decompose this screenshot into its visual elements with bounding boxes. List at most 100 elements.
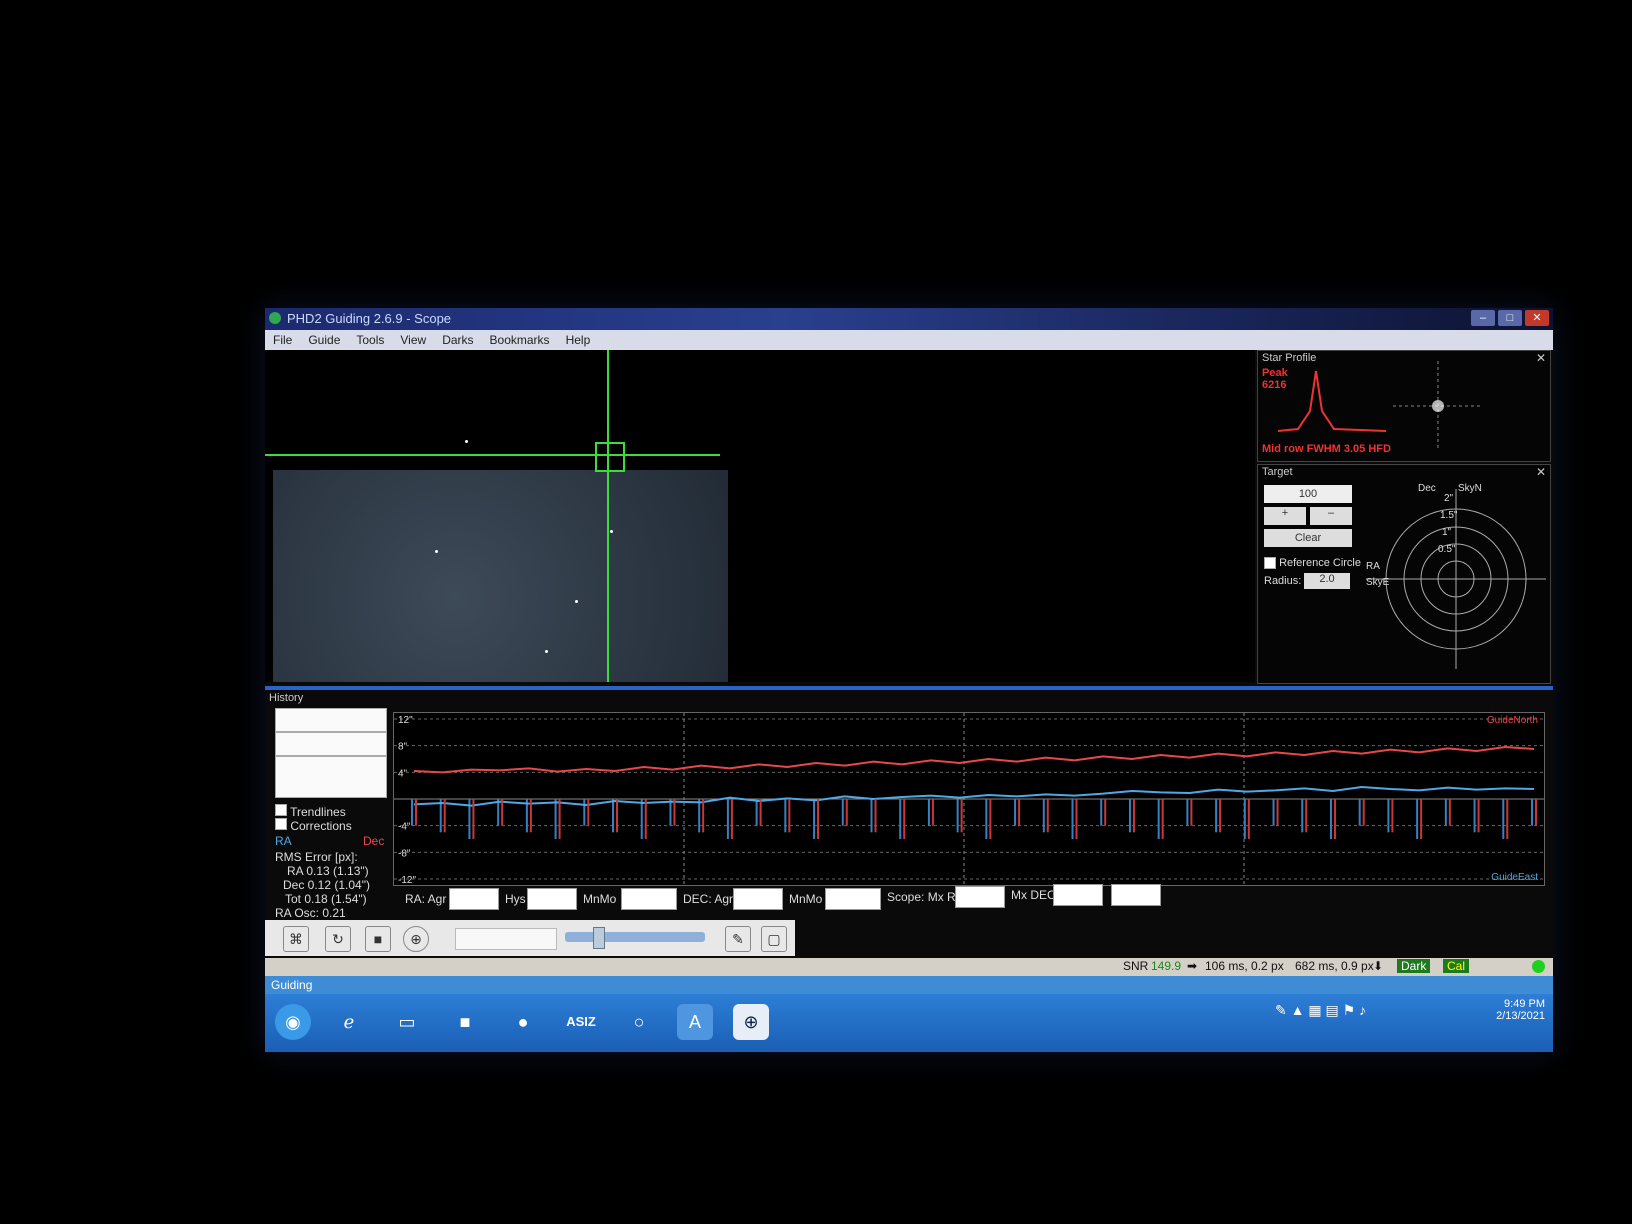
history-graph: 12" 8" 4" -4" -8" -12" — [394, 713, 1544, 886]
dec-legend: Dec — [363, 834, 385, 848]
skye-label: SkyE — [1366, 577, 1390, 588]
checkbox-box[interactable] — [1264, 557, 1276, 570]
ring-label: 1.5" — [1440, 510, 1458, 521]
mnmo-input[interactable] — [621, 888, 677, 910]
close-button[interactable]: ✕ — [1525, 310, 1549, 326]
menu-help[interactable]: Help — [566, 330, 591, 350]
checkbox-box[interactable] — [275, 818, 287, 830]
mnmo2-input[interactable] — [825, 888, 881, 910]
ra-series-line — [413, 785, 1535, 807]
ring-label: 1" — [1442, 527, 1452, 538]
crosshair-horizontal — [265, 454, 720, 456]
y-tick-label: 4" — [398, 768, 408, 779]
menu-guide[interactable]: Guide — [308, 330, 340, 350]
stop-icon[interactable]: ■ — [365, 926, 391, 952]
dec-arrow-icon: ⬇ — [1373, 959, 1384, 973]
target-bullseye — [1366, 489, 1546, 669]
usb-icon[interactable]: ⌘ — [283, 926, 309, 952]
rms-title: RMS Error [px]: — [275, 850, 358, 864]
astro-a-icon[interactable]: A — [677, 1004, 713, 1040]
menu-bookmarks[interactable]: Bookmarks — [490, 330, 550, 350]
menu-file[interactable]: File — [273, 330, 292, 350]
ra-rms: RA 0.13 (1.13") — [287, 864, 369, 878]
snr-label: SNR — [1123, 959, 1149, 973]
exp1-status: 106 ms, 0.2 px — [1205, 959, 1284, 973]
clock-time: 9:49 PM — [1504, 998, 1545, 1010]
history-controls[interactable] — [275, 756, 387, 798]
guide-star-box — [595, 442, 625, 472]
y-tick-label: -8" — [398, 848, 411, 859]
mxdec-input[interactable] — [1053, 884, 1103, 906]
hys-label: Hys — [505, 892, 526, 906]
hys-input[interactable] — [527, 888, 577, 910]
y-tick-label: 12" — [398, 715, 413, 726]
dec-axis-label: Dec — [1418, 483, 1436, 494]
target-clear-button[interactable]: Clear — [1264, 529, 1352, 547]
reference-circle-checkbox[interactable]: Reference Circle — [1264, 557, 1361, 570]
clock-date: 2/13/2021 — [1496, 1010, 1545, 1022]
exp2-status: 682 ms, 0.9 px — [1295, 959, 1374, 973]
camera-settings-icon[interactable]: ▢ — [761, 926, 787, 952]
app-icon — [269, 312, 281, 324]
corrections-label: Corrections — [290, 819, 352, 833]
radius-input[interactable]: 2.0 — [1304, 573, 1350, 589]
dec-mode-dropdown[interactable] — [1111, 884, 1161, 906]
zoom-in-button[interactable]: + — [1264, 507, 1306, 525]
x-scale-dropdown[interactable] — [275, 708, 387, 732]
loop-icon[interactable]: ↻ — [325, 926, 351, 952]
screen: PHD2 Guiding 2.6.9 - Scope – □ ✕ File Gu… — [265, 308, 1553, 1052]
dark-indicator: Dark — [1397, 959, 1431, 973]
dec-agr-input[interactable] — [733, 888, 783, 910]
camera-view[interactable] — [265, 350, 1255, 682]
exposure-dropdown[interactable] — [455, 928, 557, 950]
history-panel: History Trendlines Corrections RA Dec RM… — [265, 686, 1553, 920]
ra-agr-input[interactable] — [449, 888, 499, 910]
ie-icon[interactable]: ℯ — [331, 1004, 367, 1040]
cal-indicator: Cal — [1443, 959, 1470, 973]
brain-icon[interactable]: ✎ — [725, 926, 751, 952]
clock[interactable]: 9:49 PM 2/13/2021 — [1496, 998, 1545, 1022]
corrections-checkbox[interactable]: Corrections — [275, 818, 352, 833]
trendlines-label: Trendlines — [290, 805, 346, 819]
globe-icon[interactable]: ○ — [621, 1004, 657, 1040]
taskbar: ◉ ℯ ▭ ■ ● ASIZ ○ A ⊕ ✎ ▲ ▦ ▤ ⚑ ♪ 9:49 PM… — [265, 994, 1553, 1052]
guide-target-icon[interactable]: ⊕ — [403, 926, 429, 952]
ra-axis-label: RA — [1366, 561, 1380, 572]
folder-icon[interactable]: ▭ — [389, 1004, 425, 1040]
start-icon[interactable]: ◉ — [275, 1004, 311, 1040]
radius-label: Radius: — [1264, 575, 1302, 587]
asiz-icon[interactable]: ASIZ — [563, 1004, 599, 1040]
phd2-icon[interactable]: ⊕ — [733, 1004, 769, 1040]
star — [545, 650, 548, 653]
checkbox-box[interactable] — [275, 804, 287, 816]
y-tick-label: -4" — [398, 822, 411, 833]
y-tick-label: 8" — [398, 742, 408, 753]
main-toolbar: ⌘ ↻ ■ ⊕ ✎ ▢ — [265, 920, 795, 956]
status-led-icon — [1532, 960, 1545, 973]
star — [465, 440, 468, 443]
ra-legend: RA — [275, 834, 292, 848]
menu-darks[interactable]: Darks — [442, 330, 473, 350]
trendlines-checkbox[interactable]: Trendlines — [275, 804, 346, 819]
tray-icons[interactable]: ✎ ▲ ▦ ▤ ⚑ ♪ — [1275, 1002, 1366, 1019]
target-zoom-dropdown[interactable]: 100 — [1264, 485, 1352, 503]
menu-tools[interactable]: Tools — [356, 330, 384, 350]
app-circle-icon[interactable]: ● — [505, 1004, 541, 1040]
mxra-input[interactable] — [955, 886, 1005, 908]
y-tick-label: -12" — [398, 875, 416, 885]
gamma-slider[interactable] — [565, 927, 705, 949]
y-scale-dropdown[interactable] — [275, 732, 387, 756]
zoom-out-button[interactable]: – — [1310, 507, 1352, 525]
minimize-button[interactable]: – — [1471, 310, 1495, 326]
mnmo-label: MnMo — [583, 892, 617, 906]
menu-view[interactable]: View — [400, 330, 426, 350]
snr-value: 149.9 — [1151, 959, 1182, 973]
profile-footer: Mid row FWHM 3.05 HFD — [1262, 443, 1391, 455]
ra-osc: RA Osc: 0.21 — [275, 906, 346, 920]
star — [610, 530, 613, 533]
maximize-button[interactable]: □ — [1498, 310, 1522, 326]
slider-thumb[interactable] — [593, 927, 605, 949]
close-icon[interactable]: ✕ — [1536, 465, 1546, 479]
app-square-icon[interactable]: ■ — [447, 1004, 483, 1040]
guide-east-label: GuideEast — [1491, 872, 1538, 883]
